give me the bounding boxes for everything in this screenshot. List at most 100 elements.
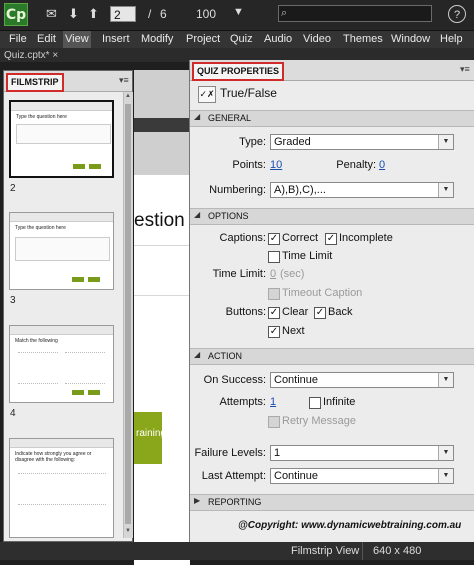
menu-video[interactable]: Video xyxy=(301,31,333,48)
menu-bar: File Edit View Insert Modify Project Qui… xyxy=(0,30,474,48)
search-input[interactable]: ⌕ xyxy=(278,5,432,22)
incomplete-checkbox[interactable]: ✓ xyxy=(325,233,337,245)
infinite-checkbox[interactable] xyxy=(309,397,321,409)
menu-help[interactable]: Help xyxy=(438,31,465,48)
true-false-icon: ✓✗ xyxy=(198,86,216,103)
section-options[interactable]: ◢ OPTIONS xyxy=(190,208,474,225)
on-success-dropdown[interactable]: Continue ▼ xyxy=(270,372,454,388)
retry-message-checkbox[interactable] xyxy=(268,416,280,428)
slide-thumbnail[interactable]: Indicate how strongly you agree or disag… xyxy=(9,438,114,538)
menu-edit[interactable]: Edit xyxy=(35,31,58,48)
chevron-down-icon: ▼ xyxy=(438,135,453,149)
thumb-title: Type the question here xyxy=(16,114,67,120)
type-dropdown[interactable]: Graded ▼ xyxy=(270,134,454,150)
document-tab[interactable]: Quiz.cptx* × xyxy=(4,49,58,62)
arrow-up-icon[interactable]: ⬆ xyxy=(88,7,99,22)
on-success-label: On Success: xyxy=(203,374,266,386)
current-slide-input[interactable]: 2 xyxy=(110,6,136,22)
menu-window[interactable]: Window xyxy=(389,31,432,48)
filmstrip-scrollbar[interactable]: ▲ ▼ xyxy=(123,92,133,538)
menu-view[interactable]: View xyxy=(63,31,91,48)
total-slides: 6 xyxy=(160,7,167,21)
arrow-down-icon[interactable]: ⬇ xyxy=(68,7,79,22)
scrollbar-thumb[interactable] xyxy=(125,104,131,524)
menu-file[interactable]: File xyxy=(7,31,29,48)
numbering-value: A),B),C),... xyxy=(274,184,326,196)
numbering-label: Numbering: xyxy=(209,184,266,196)
points-value[interactable]: 10 xyxy=(270,159,282,171)
collapse-icon: ◢ xyxy=(194,350,201,359)
type-value: Graded xyxy=(274,136,311,148)
thumb-header xyxy=(10,439,113,448)
mail-icon[interactable]: ✉ xyxy=(46,7,57,22)
failure-levels-label: Failure Levels: xyxy=(194,447,266,459)
points-label: Points: xyxy=(232,159,266,171)
slide-divider xyxy=(134,245,190,246)
panel-menu-icon[interactable]: ▾≡ xyxy=(460,64,470,75)
scroll-up-icon[interactable]: ▲ xyxy=(125,93,131,99)
time-limit-value[interactable]: 0 xyxy=(270,268,276,280)
collapse-icon: ◢ xyxy=(194,112,201,121)
menu-project[interactable]: Project xyxy=(184,31,222,48)
thumb-header xyxy=(10,213,113,222)
correct-checkbox[interactable]: ✓ xyxy=(268,233,280,245)
time-limit-unit: (sec) xyxy=(280,268,305,280)
slide-banner-text: raining. xyxy=(136,428,169,439)
section-reporting[interactable]: ▶ REPORTING xyxy=(190,494,474,511)
next-checkbox[interactable]: ✓ xyxy=(268,326,280,338)
menu-modify[interactable]: Modify xyxy=(139,31,175,48)
search-icon: ⌕ xyxy=(281,7,288,19)
time-limit-label: Time Limit xyxy=(282,250,333,262)
captivate-logo: Cp xyxy=(4,3,28,26)
section-general[interactable]: ◢ GENERAL xyxy=(190,110,474,127)
menu-insert[interactable]: Insert xyxy=(100,31,132,48)
quiz-properties-header: QUIZ PROPERTIES ▾≡ xyxy=(190,60,474,81)
slide-canvas[interactable]: estion raining. xyxy=(134,175,190,565)
filmstrip-title[interactable]: FILMSTRIP xyxy=(6,73,64,92)
chevron-down-icon: ▼ xyxy=(438,469,453,483)
panel-menu-icon[interactable]: ▾≡ xyxy=(119,75,129,86)
clear-label: Clear xyxy=(282,306,309,318)
slide-thumbnail[interactable]: Type the question here xyxy=(9,212,114,290)
time-limit-checkbox[interactable] xyxy=(268,251,280,263)
chevron-down-icon: ▼ xyxy=(438,373,453,387)
zoom-level[interactable]: 100 xyxy=(196,7,216,21)
slide-green-banner[interactable]: raining. xyxy=(134,412,169,464)
chevron-down-icon: ▼ xyxy=(438,183,453,197)
thumb-column xyxy=(65,352,105,384)
incomplete-label: Incomplete xyxy=(339,232,393,244)
timeout-caption-checkbox[interactable] xyxy=(268,288,280,300)
scroll-down-icon[interactable]: ▼ xyxy=(125,528,131,534)
help-icon[interactable]: ? xyxy=(448,5,466,23)
quiz-properties-title[interactable]: QUIZ PROPERTIES xyxy=(192,62,285,81)
thumb-button xyxy=(73,164,85,169)
back-checkbox[interactable]: ✓ xyxy=(314,307,326,319)
attempts-label: Attempts: xyxy=(219,396,266,408)
menu-quiz[interactable]: Quiz xyxy=(228,31,255,48)
status-bar: Filmstrip View 640 x 480 xyxy=(0,542,474,560)
failure-levels-dropdown[interactable]: 1 ▼ xyxy=(270,445,454,461)
type-label: Type: xyxy=(239,136,266,148)
thumb-title: Match the following xyxy=(15,338,58,344)
collapse-icon: ◢ xyxy=(194,210,201,219)
slide-question-text[interactable]: estion xyxy=(134,210,185,232)
last-attempt-dropdown[interactable]: Continue ▼ xyxy=(270,468,454,484)
slide-thumbnail[interactable]: Match the following xyxy=(9,325,114,403)
menu-themes[interactable]: Themes xyxy=(341,31,385,48)
zoom-dropdown-icon[interactable]: ▼ xyxy=(233,6,244,18)
clear-checkbox[interactable]: ✓ xyxy=(268,307,280,319)
attempts-value[interactable]: 1 xyxy=(270,396,276,408)
close-icon[interactable]: × xyxy=(52,50,58,61)
penalty-value[interactable]: 0 xyxy=(379,159,385,171)
thumb-answer-box xyxy=(16,124,111,144)
filmstrip-header: FILMSTRIP ▾≡ xyxy=(4,71,132,92)
last-attempt-value: Continue xyxy=(274,470,319,482)
correct-label: Correct xyxy=(282,232,319,244)
menu-audio[interactable]: Audio xyxy=(262,31,294,48)
slide-thumbnail[interactable]: Type the question here xyxy=(9,100,114,178)
failure-levels-value: 1 xyxy=(274,447,281,459)
section-action-label: ACTION xyxy=(208,351,243,361)
section-action[interactable]: ◢ ACTION xyxy=(190,348,474,365)
chevron-down-icon: ▼ xyxy=(438,446,453,460)
numbering-dropdown[interactable]: A),B),C),... ▼ xyxy=(270,182,454,198)
